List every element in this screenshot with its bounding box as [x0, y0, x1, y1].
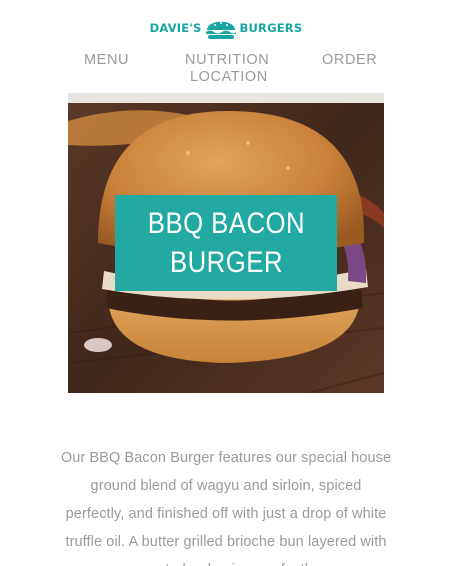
nav-link-nutrition[interactable]: NUTRITION: [185, 52, 269, 69]
nav-link-menu[interactable]: MENU: [84, 52, 129, 69]
page: DAVIE'S BURGERS MENU NUTRITION ORDER LOC…: [0, 0, 452, 566]
burger-description: Our BBQ Bacon Burger features our specia…: [60, 449, 392, 566]
main-nav: MENU NUTRITION ORDER LOCATION: [0, 52, 452, 88]
brand-name-right: BURGERS: [239, 21, 303, 35]
burger-logo-icon: [205, 21, 236, 39]
nav-link-location[interactable]: LOCATION: [190, 69, 268, 86]
hero-title: BBQ BACON BURGER: [147, 207, 305, 279]
nav-link-order[interactable]: ORDER: [322, 52, 377, 69]
hero-image: BBQ BACON BURGER: [68, 93, 384, 393]
hero-title-overlay: BBQ BACON BURGER: [115, 195, 337, 291]
brand-name-left: DAVIE'S: [149, 21, 202, 35]
brand-logo[interactable]: DAVIE'S BURGERS: [0, 12, 452, 44]
